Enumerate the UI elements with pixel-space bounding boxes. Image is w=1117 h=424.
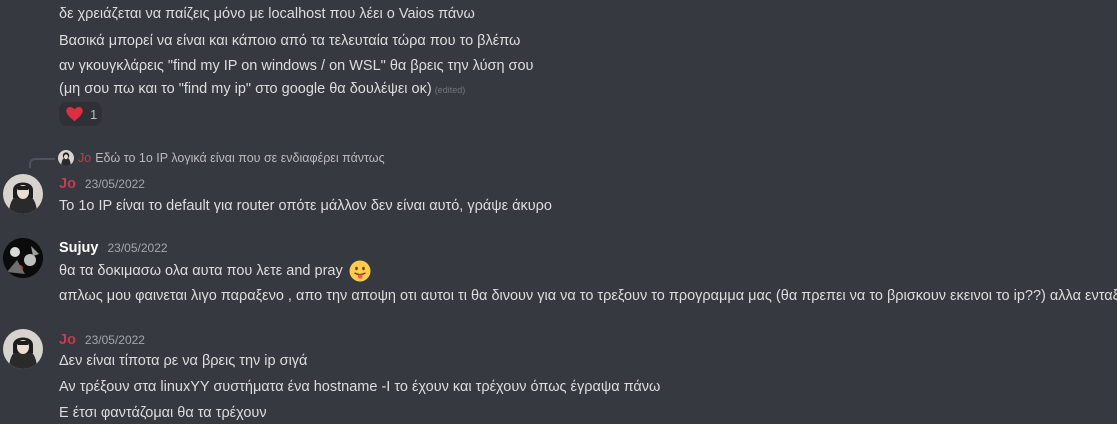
reply-text[interactable]: Εδώ το 1ο IP λογικά είναι που σε ενδιαφέ…	[95, 151, 384, 165]
message-line: θα τα δοκιμασω ολα αυτα που λετε and pra…	[59, 260, 371, 282]
reply-author[interactable]: Jo	[78, 151, 91, 165]
message-line: Δεν είναι τίποτα ρε να βρεις την ip σιγά	[59, 353, 308, 369]
message-line: Βασικά μπορεί να είναι και κάποιο από τα…	[59, 33, 521, 49]
message-line: Ε έτσι φαντάζομαι θα τα τρέχουν	[59, 405, 267, 421]
avatar[interactable]	[3, 174, 43, 214]
heart-icon	[66, 106, 83, 121]
message-text: (μη σου πω και το "find my ip" στο googl…	[59, 81, 432, 97]
reply-spine	[29, 158, 55, 168]
edited-label: (edited)	[434, 85, 466, 95]
message-line: Αν τρέξουν στα linuxYY συστήματα ένα hos…	[59, 379, 661, 395]
reply-preview[interactable]: Jo Εδώ το 1ο IP λογικά είναι που σε ενδι…	[58, 150, 385, 166]
tongue-emoji-icon	[349, 260, 371, 282]
reply-avatar[interactable]	[58, 150, 74, 166]
message-header: Sujuy 23/05/2022	[59, 240, 168, 256]
message-header: Jo 23/05/2022	[59, 176, 145, 192]
avatar[interactable]	[3, 329, 43, 369]
reaction-count: 1	[90, 106, 98, 122]
timestamp: 23/05/2022	[84, 177, 145, 191]
message-header: Jo 23/05/2022	[59, 332, 145, 348]
message-line: Το 1ο IP είναι το default για router οπό…	[59, 198, 552, 214]
message-line: (μη σου πω και το "find my ip" στο googl…	[59, 79, 465, 100]
reaction-heart[interactable]: 1	[59, 102, 102, 126]
username[interactable]: Jo	[59, 176, 76, 192]
timestamp: 23/05/2022	[107, 241, 168, 255]
message-text: θα τα δοκιμασω ολα αυτα που λετε and pra…	[59, 262, 343, 279]
username[interactable]: Sujuy	[59, 240, 98, 256]
avatar[interactable]	[3, 238, 43, 278]
message-line: απλως μου φαινεται λιγο παραξενο , απο τ…	[59, 288, 1117, 304]
username[interactable]: Jo	[59, 332, 76, 348]
timestamp: 23/05/2022	[84, 333, 145, 347]
message-line: αν γκουγκλάρεις "find my IP on windows /…	[59, 58, 534, 74]
message-line: δε χρειάζεται να παίζεις μόνο με localho…	[59, 6, 475, 22]
